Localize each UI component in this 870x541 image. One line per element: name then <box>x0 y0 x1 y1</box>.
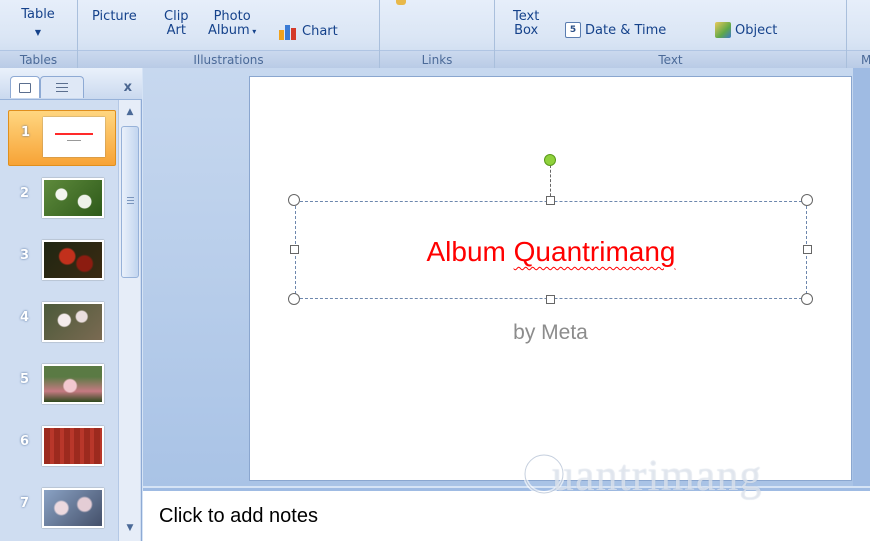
notes-pane[interactable]: Click to add notes <box>143 488 870 541</box>
calendar-icon: 5 <box>565 22 581 38</box>
table-label: Table <box>21 7 55 22</box>
table-button[interactable]: Table ▼ <box>12 8 64 40</box>
photo-album-label-2: Album <box>208 23 250 38</box>
chevron-down-icon: ▼ <box>34 28 42 37</box>
slide-1-preview <box>43 117 105 157</box>
object-button[interactable]: Object <box>715 22 777 38</box>
close-pane-button[interactable]: x <box>124 80 132 95</box>
current-slide[interactable]: Album Quantrimang by Meta <box>249 76 852 481</box>
pane-tabstrip: x <box>0 68 142 100</box>
group-label-tables: Tables <box>0 50 77 68</box>
slide-thumbnail-1[interactable]: 1 <box>8 110 116 166</box>
tab-slides[interactable] <box>10 76 40 98</box>
links-group: Links <box>380 0 495 68</box>
slide-thumbnail-6[interactable]: 6 <box>8 420 116 476</box>
resize-handle-top[interactable] <box>546 196 555 205</box>
slide-number: 3 <box>20 248 30 263</box>
outline-tab-icon <box>56 83 68 92</box>
media-group-partial: M <box>847 0 870 68</box>
dropdown-arrow-icon: ▾ <box>249 27 257 36</box>
object-icon <box>715 22 731 38</box>
slide-number: 1 <box>21 125 31 140</box>
photo-album-button[interactable]: Photo Album ▾ <box>208 10 256 39</box>
picture-label: Picture <box>92 9 137 24</box>
slide-thumbnail-4[interactable]: 4 <box>8 296 116 352</box>
text-box-label-1: Text <box>513 9 540 24</box>
notes-placeholder[interactable]: Click to add notes <box>159 505 318 528</box>
text-box-button[interactable]: Text Box <box>513 10 539 38</box>
slide-thumbnail-3[interactable]: 3 <box>8 234 116 290</box>
slide-6-preview <box>42 426 104 466</box>
slide-thumbnail-2[interactable]: 2 <box>8 172 116 228</box>
slides-scrollbar[interactable]: ▲ ▼ <box>118 100 140 541</box>
resize-handle-top-right[interactable] <box>801 194 813 206</box>
slide-thumbnail-7[interactable]: 7 <box>8 482 116 538</box>
slide-7-preview <box>42 488 104 528</box>
rotate-handle[interactable] <box>544 154 556 166</box>
slide-title[interactable]: Album Quantrimang <box>296 236 806 268</box>
group-label-media: M <box>847 50 870 68</box>
slide-title-part1: Album <box>426 236 514 267</box>
photo-album-label-1: Photo <box>213 9 251 24</box>
clip-art-label-2: Art <box>166 23 186 38</box>
resize-handle-bottom-left[interactable] <box>288 293 300 305</box>
resize-handle-bottom[interactable] <box>546 295 555 304</box>
resize-handle-right[interactable] <box>803 245 812 254</box>
ribbon: Table ▼ Tables Picture Clip Art Photo Al… <box>0 0 870 68</box>
slide-2-preview <box>42 178 104 218</box>
clip-art-button[interactable]: Clip Art <box>164 10 189 38</box>
scrollbar-thumb[interactable] <box>121 126 139 278</box>
slide-thumbnail-list: 1 2 3 4 5 6 7 <box>0 100 118 541</box>
illustrations-group: Picture Clip Art Photo Album ▾ Chart Ill… <box>78 0 380 68</box>
text-box-label-2: Box <box>514 23 539 38</box>
slide-subtitle[interactable]: by Meta <box>250 321 851 345</box>
slide-4-preview <box>42 302 104 342</box>
picture-button[interactable]: Picture <box>92 10 137 24</box>
date-time-button[interactable]: 5 Date & Time <box>565 22 666 38</box>
slide-number: 7 <box>20 496 30 511</box>
group-label-text: Text <box>495 50 846 68</box>
group-label-illustrations: Illustrations <box>78 50 379 68</box>
slide-thumbnail-5[interactable]: 5 <box>8 358 116 414</box>
slide-editing-area: Album Quantrimang by Meta <box>143 68 870 486</box>
tab-outline[interactable] <box>40 76 84 98</box>
group-label-links: Links <box>380 50 494 68</box>
slide-title-part2: Quantrimang <box>513 236 676 267</box>
slide-number: 5 <box>20 372 30 387</box>
tables-group: Table ▼ Tables <box>0 0 78 68</box>
chart-label: Chart <box>302 23 338 39</box>
slide-5-preview <box>42 364 104 404</box>
clip-art-label-1: Clip <box>164 9 189 24</box>
slide-3-preview <box>42 240 104 280</box>
title-placeholder[interactable]: Album Quantrimang <box>295 201 807 299</box>
hyperlink-icon[interactable] <box>396 0 406 5</box>
slides-pane: x 1 2 3 4 5 6 7 ▲ ▼ <box>0 68 142 541</box>
text-group: Text Box 5 Date & Time Object Text <box>495 0 847 68</box>
slide-number: 2 <box>20 186 30 201</box>
scroll-up-arrow-icon[interactable]: ▲ <box>121 104 139 120</box>
object-label: Object <box>735 22 778 38</box>
chart-button[interactable]: Chart <box>278 22 338 40</box>
resize-handle-left[interactable] <box>290 245 299 254</box>
slides-tab-icon <box>19 82 31 93</box>
chart-icon <box>279 25 296 40</box>
stage-right-edge <box>853 68 870 486</box>
resize-handle-top-left[interactable] <box>288 194 300 206</box>
resize-handle-bottom-right[interactable] <box>801 293 813 305</box>
slide-number: 4 <box>20 310 30 325</box>
date-time-label: Date & Time <box>585 22 667 38</box>
slide-number: 6 <box>20 434 30 449</box>
scroll-down-arrow-icon[interactable]: ▼ <box>121 520 139 536</box>
